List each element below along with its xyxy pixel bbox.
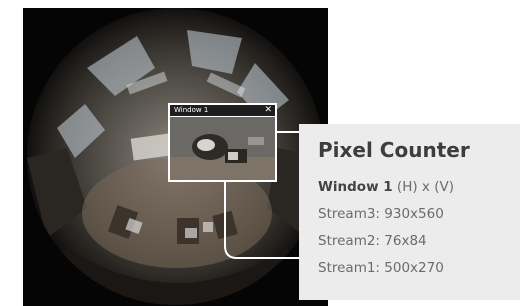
stream-line-3: Stream3: 930x560 xyxy=(318,206,444,222)
close-icon[interactable]: ✕ xyxy=(264,105,272,116)
window-label: Window 1 xyxy=(318,179,393,195)
window-title: Window 1 xyxy=(174,106,209,114)
window-preview xyxy=(170,117,275,180)
pixel-counter-view: Window 1 ✕ Pixel Counter Window 1 (H) x … xyxy=(0,0,520,306)
window-1-region[interactable]: Window 1 ✕ xyxy=(168,103,277,182)
stream-line-2: Stream2: 76x84 xyxy=(318,233,427,249)
stream-line-1: Stream1: 500x270 xyxy=(318,260,444,276)
window-dimension-line: Window 1 (H) x (V) xyxy=(318,178,454,196)
dimension-hint: (H) x (V) xyxy=(392,179,454,195)
window-titlebar[interactable]: Window 1 ✕ xyxy=(170,105,275,117)
window-preview-scene xyxy=(170,117,275,180)
panel-title: Pixel Counter xyxy=(318,138,470,162)
pixel-counter-panel: Pixel Counter Window 1 (H) x (V) Stream3… xyxy=(299,124,520,300)
